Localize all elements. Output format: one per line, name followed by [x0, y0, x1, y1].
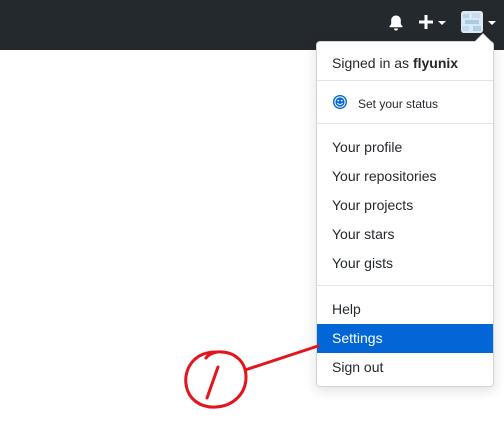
- menu-item-your-profile[interactable]: Your profile: [317, 133, 493, 162]
- user-dropdown-menu: Signed in as flyunix Set your status You…: [316, 33, 494, 387]
- chevron-down-icon: [438, 21, 446, 25]
- divider: [317, 80, 493, 81]
- set-status-button[interactable]: Set your status: [332, 93, 482, 113]
- new-dropdown-button[interactable]: [418, 10, 448, 34]
- divider: [317, 123, 493, 124]
- signed-in-prefix: Signed in as: [332, 55, 410, 71]
- avatar: [461, 11, 483, 33]
- dropdown-caret: [474, 33, 492, 42]
- signed-in-header: Signed in as flyunix: [332, 55, 458, 71]
- menu-item-sign-out[interactable]: Sign out: [317, 353, 493, 382]
- menu-item-settings[interactable]: Settings: [317, 324, 493, 353]
- username: flyunix: [412, 55, 459, 71]
- annotation-slash: [205, 365, 220, 400]
- plus-icon: [419, 15, 433, 29]
- annotation-pointer-line: [243, 344, 320, 372]
- menu-item-help[interactable]: Help: [317, 295, 493, 324]
- divider: [317, 285, 493, 286]
- menu-item-your-repositories[interactable]: Your repositories: [317, 162, 493, 191]
- chevron-down-icon: [488, 21, 496, 25]
- annotation-circle: [184, 350, 248, 409]
- smiley-icon: [333, 95, 347, 109]
- user-menu-button[interactable]: [461, 10, 497, 34]
- menu-item-your-stars[interactable]: Your stars: [317, 220, 493, 249]
- set-status-label: Set your status: [358, 97, 439, 111]
- menu-item-your-gists[interactable]: Your gists: [317, 249, 493, 278]
- bell-icon[interactable]: [386, 13, 406, 33]
- menu-item-your-projects[interactable]: Your projects: [317, 191, 493, 220]
